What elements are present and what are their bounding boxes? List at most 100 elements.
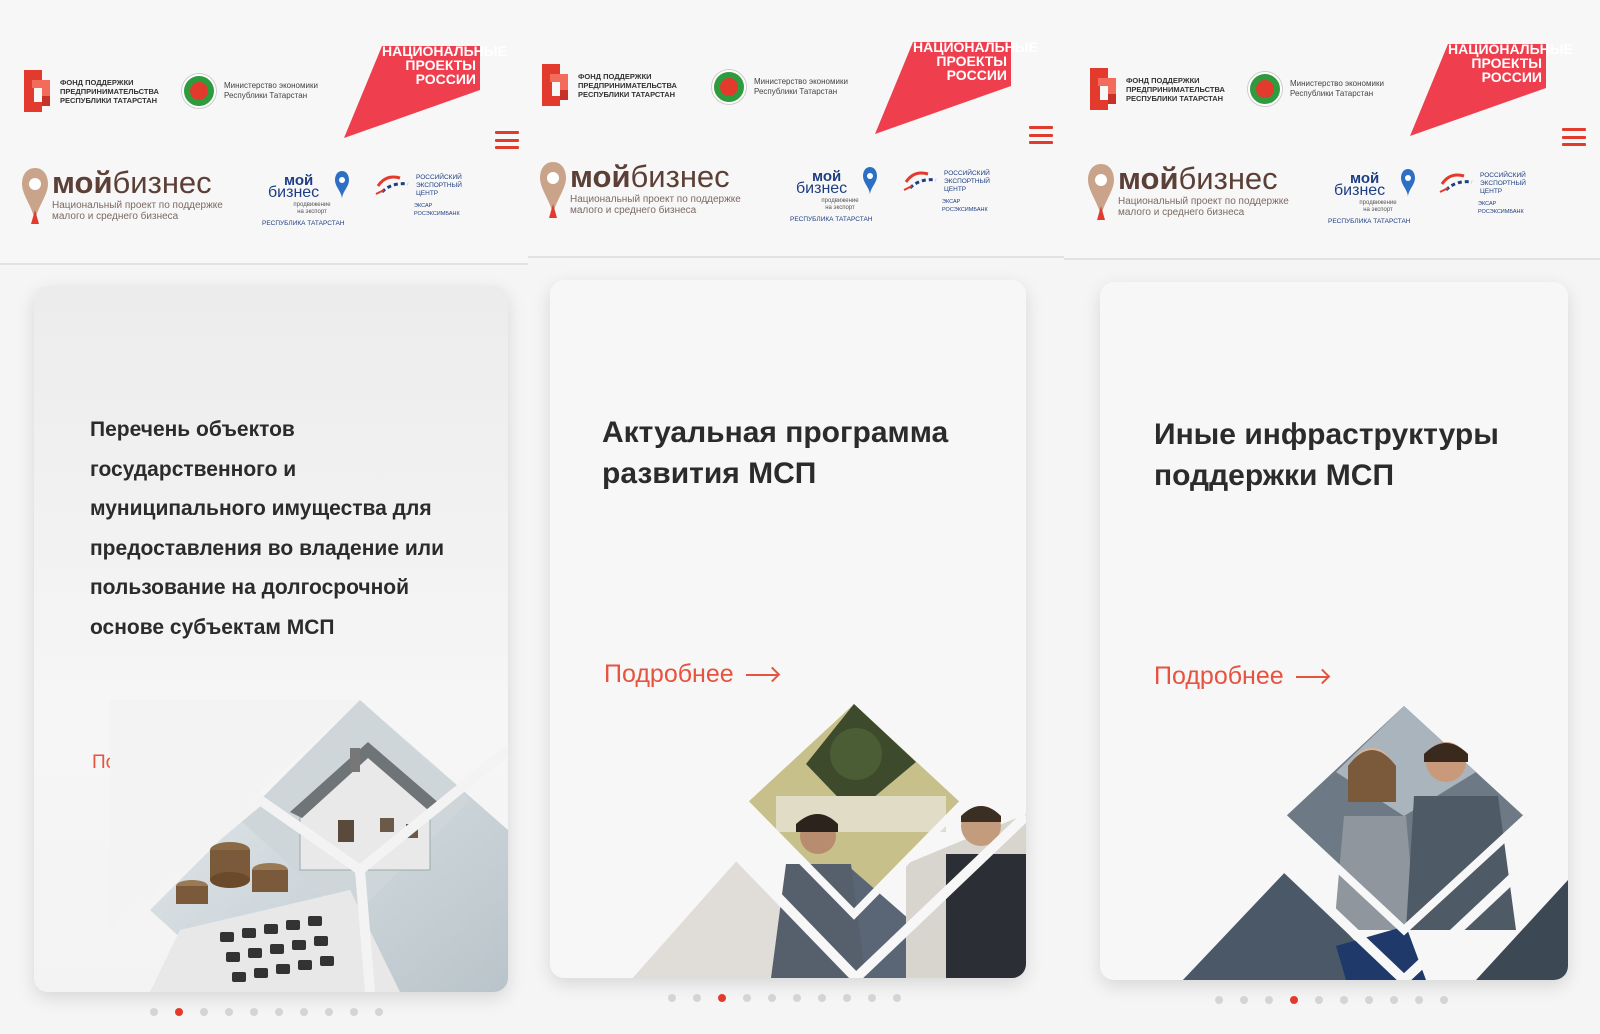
- carousel-dots: [150, 1008, 383, 1016]
- moy-biznes-wordmark: мойбизнес: [52, 166, 237, 200]
- rec-sub: ЭКСАР РОСЭКСИМБАНК: [1478, 200, 1524, 216]
- site-header: ФОНД ПОДДЕРЖКИ ПРЕДПРИНИМАТЕЛЬСТВА РЕСПУ…: [528, 0, 1064, 258]
- site-header: ФОНД ПОДДЕРЖКИ ПРЕДПРИНИМАТЕЛЬСТВА РЕСПУ…: [0, 0, 528, 265]
- carousel-dot[interactable]: [768, 994, 776, 1002]
- moy-biznes-word-bold: мой: [570, 159, 631, 194]
- mb2-small-text: продвижение на экспорт: [821, 198, 859, 211]
- carousel-dot[interactable]: [668, 994, 676, 1002]
- slide-card[interactable]: Перечень объектов государственного и мун…: [34, 286, 508, 992]
- rec-text: РОССИЙСКИЙ ЭКСПОРТНЫЙ ЦЕНТР: [1480, 172, 1526, 195]
- carousel-dot[interactable]: [743, 994, 751, 1002]
- mb2-region-text: РЕСПУБЛИКА ТАТАРСТАН: [262, 220, 345, 227]
- carousel-dot[interactable]: [250, 1008, 258, 1016]
- carousel-dot[interactable]: [818, 994, 826, 1002]
- hamburger-line: [1562, 143, 1586, 146]
- carousel-dot[interactable]: [1390, 996, 1398, 1004]
- hamburger-menu-icon: [1562, 128, 1586, 131]
- slide-title: Иные инфраструктуры поддержки МСП: [1154, 418, 1499, 492]
- carousel-dot-active[interactable]: [718, 994, 726, 1002]
- menu-button[interactable]: [495, 131, 519, 149]
- carousel-dot[interactable]: [375, 1008, 383, 1016]
- carousel-dot[interactable]: [200, 1008, 208, 1016]
- national-projects-logo[interactable]: НАЦИОНАЛЬНЫЕ ПРОЕКТЫ РОССИИ: [1408, 38, 1573, 136]
- more-link[interactable]: Подробнее: [1154, 662, 1328, 691]
- rec-mark-icon: [375, 175, 409, 195]
- national-projects-text: НАЦИОНАЛЬНЫЕ ПРОЕКТЫ РОССИИ: [913, 39, 1038, 83]
- carousel-dot[interactable]: [275, 1008, 283, 1016]
- carousel-dot[interactable]: [225, 1008, 233, 1016]
- carousel-dot-active[interactable]: [1290, 996, 1298, 1004]
- carousel-dot[interactable]: [1440, 996, 1448, 1004]
- ministry-logo-text: Министерство экономики Республики Татарс…: [224, 81, 318, 100]
- national-projects-logo[interactable]: НАЦИОНАЛЬНЫЕ ПРОЕКТЫ РОССИИ: [873, 36, 1038, 134]
- carousel-dot[interactable]: [1315, 996, 1323, 1004]
- carousel-dot[interactable]: [1365, 996, 1373, 1004]
- moy-biznes-logo[interactable]: мойбизнес Национальный проект по поддерж…: [1086, 162, 1303, 222]
- frp-logo-icon: [542, 64, 568, 106]
- moy-biznes-subtitle: Национальный проект по поддержке малого …: [570, 194, 741, 216]
- rec-logo[interactable]: РОССИЙСКИЙ ЭКСПОРТНЫЙ ЦЕНТР ЭКСАР РОСЭКСИ…: [902, 168, 1002, 218]
- national-projects-logo[interactable]: НАЦИОНАЛЬНЫЕ ПРОЕКТЫ РОССИИ: [342, 40, 507, 138]
- moy-biznes-word-bold: мой: [1118, 161, 1179, 196]
- carousel-dot[interactable]: [1340, 996, 1348, 1004]
- tatarstan-emblem-icon: [182, 74, 216, 108]
- frp-logo-text: ФОНД ПОДДЕРЖКИ ПРЕДПРИНИМАТЕЛЬСТВА РЕСПУ…: [578, 71, 677, 99]
- rec-mark-icon: [1439, 173, 1473, 193]
- real-estate-photo: [110, 700, 508, 992]
- more-link[interactable]: Подробнее: [604, 660, 778, 689]
- frp-logo-text: ФОНД ПОДДЕРЖКИ ПРЕДПРИНИМАТЕЛЬСТВА РЕСПУ…: [1126, 75, 1225, 103]
- carousel-dot-active[interactable]: [175, 1008, 183, 1016]
- ministry-logo[interactable]: Министерство экономики Республики Татарс…: [1248, 72, 1390, 106]
- more-link-label: Подробнее: [1154, 662, 1284, 690]
- moy-biznes-logo[interactable]: мойбизнес Национальный проект по поддерж…: [538, 160, 755, 220]
- menu-button[interactable]: [1562, 128, 1586, 146]
- screen-panel-1: ФОНД ПОДДЕРЖКИ ПРЕДПРИНИМАТЕЛЬСТВА РЕСПУ…: [0, 0, 528, 1034]
- carousel-dot[interactable]: [793, 994, 801, 1002]
- carousel-dot[interactable]: [300, 1008, 308, 1016]
- frp-logo[interactable]: ФОНД ПОДДЕРЖКИ ПРЕДПРИНИМАТЕЛЬСТВА РЕСПУ…: [538, 64, 678, 106]
- ministry-logo[interactable]: Министерство экономики Республики Татарс…: [712, 70, 854, 104]
- tatarstan-emblem-icon: [712, 70, 746, 104]
- mb2-small-text: продвижение на экспорт: [1359, 200, 1397, 213]
- frp-logo-text: ФОНД ПОДДЕРЖКИ ПРЕДПРИНИМАТЕЛЬСТВА РЕСПУ…: [60, 77, 159, 105]
- carousel-dots: [1215, 996, 1448, 1004]
- carousel-dot[interactable]: [325, 1008, 333, 1016]
- carousel-dot[interactable]: [1240, 996, 1248, 1004]
- rec-logo[interactable]: РОССИЙСКИЙ ЭКСПОРТНЫЙ ЦЕНТР ЭКСАР РОСЭКСИ…: [374, 172, 474, 222]
- moy-biznes-word-rest: бизнес: [112, 165, 212, 200]
- carousel-dot[interactable]: [693, 994, 701, 1002]
- menu-button[interactable]: [1029, 126, 1053, 144]
- screen-panel-3: ФОНД ПОДДЕРЖКИ ПРЕДПРИНИМАТЕЛЬСТВА РЕСПУ…: [1064, 0, 1600, 1034]
- carousel-dot[interactable]: [1415, 996, 1423, 1004]
- moy-biznes-word-rest: бизнес: [1178, 161, 1278, 196]
- moy-biznes-logo[interactable]: мойбизнес Национальный проект по поддерж…: [20, 166, 237, 226]
- location-pin-icon: [22, 168, 48, 224]
- eximbank-label-1: ЭКСАР: [942, 199, 961, 205]
- carousel-dot[interactable]: [843, 994, 851, 1002]
- carousel-dot[interactable]: [1215, 996, 1223, 1004]
- slide-card[interactable]: Иные инфраструктуры поддержки МСП Подроб…: [1100, 282, 1568, 980]
- moy-biznes-export-logo[interactable]: мой бизнес продвижение на экспорт РЕСПУБ…: [790, 166, 885, 226]
- location-pin-icon: [540, 162, 566, 218]
- arrow-right-icon: [745, 673, 778, 676]
- ministry-logo[interactable]: Министерство экономики Республики Татарс…: [182, 74, 324, 108]
- hamburger-line: [1029, 133, 1053, 137]
- eximbank-label-2: РОСЭКСИМБАНК: [414, 211, 460, 217]
- tatarstan-emblem-icon: [1248, 72, 1282, 106]
- moy-biznes-export-logo[interactable]: мой бизнес продвижение на экспорт РЕСПУБ…: [262, 170, 357, 230]
- frp-logo[interactable]: ФОНД ПОДДЕРЖКИ ПРЕДПРИНИМАТЕЛЬСТВА РЕСПУ…: [1086, 68, 1226, 110]
- carousel-dot[interactable]: [868, 994, 876, 1002]
- moy-biznes-word-bold: мой: [52, 165, 113, 200]
- arrow-right-icon: [1295, 675, 1328, 678]
- frp-logo[interactable]: ФОНД ПОДДЕРЖКИ ПРЕДПРИНИМАТЕЛЬСТВА РЕСПУ…: [20, 70, 160, 112]
- carousel-dot[interactable]: [893, 994, 901, 1002]
- slide-card[interactable]: Актуальная программа развития МСП Подроб…: [550, 280, 1026, 978]
- moy-biznes-export-logo[interactable]: мой бизнес продвижение на экспорт РЕСПУБ…: [1328, 168, 1423, 228]
- business-meeting-photo: [626, 704, 1026, 978]
- carousel-dots: [668, 994, 901, 1002]
- carousel-dot[interactable]: [1265, 996, 1273, 1004]
- rec-logo[interactable]: РОССИЙСКИЙ ЭКСПОРТНЫЙ ЦЕНТР ЭКСАР РОСЭКСИ…: [1438, 170, 1538, 220]
- site-header: ФОНД ПОДДЕРЖКИ ПРЕДПРИНИМАТЕЛЬСТВА РЕСПУ…: [1064, 0, 1600, 260]
- carousel-dot[interactable]: [350, 1008, 358, 1016]
- carousel-dot[interactable]: [150, 1008, 158, 1016]
